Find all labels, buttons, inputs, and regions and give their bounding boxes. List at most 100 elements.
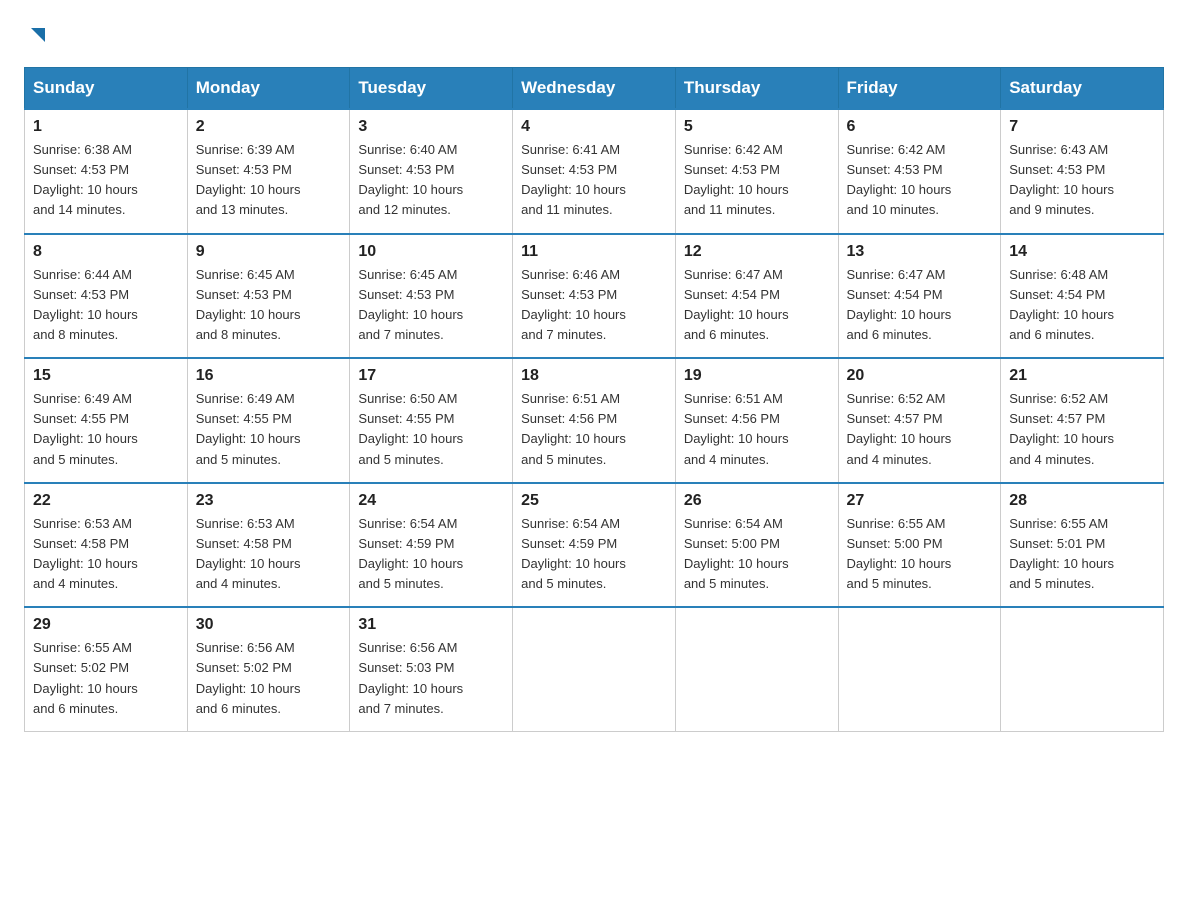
day-number: 9 xyxy=(196,243,342,261)
day-info: Sunrise: 6:56 AM Sunset: 5:03 PM Dayligh… xyxy=(358,638,504,719)
calendar-cell: 20 Sunrise: 6:52 AM Sunset: 4:57 PM Dayl… xyxy=(838,358,1001,483)
weekday-header-saturday: Saturday xyxy=(1001,68,1164,110)
day-info: Sunrise: 6:51 AM Sunset: 4:56 PM Dayligh… xyxy=(684,389,830,470)
calendar-cell: 30 Sunrise: 6:56 AM Sunset: 5:02 PM Dayl… xyxy=(187,607,350,731)
calendar-cell: 6 Sunrise: 6:42 AM Sunset: 4:53 PM Dayli… xyxy=(838,109,1001,234)
day-info: Sunrise: 6:45 AM Sunset: 4:53 PM Dayligh… xyxy=(196,265,342,346)
calendar-cell xyxy=(675,607,838,731)
weekday-header-thursday: Thursday xyxy=(675,68,838,110)
day-number: 22 xyxy=(33,492,179,510)
calendar-cell: 14 Sunrise: 6:48 AM Sunset: 4:54 PM Dayl… xyxy=(1001,234,1164,359)
day-number: 1 xyxy=(33,118,179,136)
calendar-cell: 26 Sunrise: 6:54 AM Sunset: 5:00 PM Dayl… xyxy=(675,483,838,608)
day-number: 11 xyxy=(521,243,667,261)
day-number: 28 xyxy=(1009,492,1155,510)
day-info: Sunrise: 6:55 AM Sunset: 5:00 PM Dayligh… xyxy=(847,514,993,595)
calendar-week-row: 15 Sunrise: 6:49 AM Sunset: 4:55 PM Dayl… xyxy=(25,358,1164,483)
calendar-cell: 15 Sunrise: 6:49 AM Sunset: 4:55 PM Dayl… xyxy=(25,358,188,483)
day-info: Sunrise: 6:47 AM Sunset: 4:54 PM Dayligh… xyxy=(847,265,993,346)
day-info: Sunrise: 6:38 AM Sunset: 4:53 PM Dayligh… xyxy=(33,140,179,221)
calendar-cell xyxy=(1001,607,1164,731)
day-info: Sunrise: 6:45 AM Sunset: 4:53 PM Dayligh… xyxy=(358,265,504,346)
day-info: Sunrise: 6:40 AM Sunset: 4:53 PM Dayligh… xyxy=(358,140,504,221)
day-info: Sunrise: 6:42 AM Sunset: 4:53 PM Dayligh… xyxy=(684,140,830,221)
day-number: 5 xyxy=(684,118,830,136)
calendar-cell: 7 Sunrise: 6:43 AM Sunset: 4:53 PM Dayli… xyxy=(1001,109,1164,234)
day-info: Sunrise: 6:41 AM Sunset: 4:53 PM Dayligh… xyxy=(521,140,667,221)
calendar-table: SundayMondayTuesdayWednesdayThursdayFrid… xyxy=(24,67,1164,732)
calendar-week-row: 1 Sunrise: 6:38 AM Sunset: 4:53 PM Dayli… xyxy=(25,109,1164,234)
calendar-cell: 21 Sunrise: 6:52 AM Sunset: 4:57 PM Dayl… xyxy=(1001,358,1164,483)
weekday-header-sunday: Sunday xyxy=(25,68,188,110)
day-info: Sunrise: 6:55 AM Sunset: 5:02 PM Dayligh… xyxy=(33,638,179,719)
day-info: Sunrise: 6:48 AM Sunset: 4:54 PM Dayligh… xyxy=(1009,265,1155,346)
day-number: 6 xyxy=(847,118,993,136)
calendar-cell: 10 Sunrise: 6:45 AM Sunset: 4:53 PM Dayl… xyxy=(350,234,513,359)
calendar-cell: 31 Sunrise: 6:56 AM Sunset: 5:03 PM Dayl… xyxy=(350,607,513,731)
day-info: Sunrise: 6:43 AM Sunset: 4:53 PM Dayligh… xyxy=(1009,140,1155,221)
day-info: Sunrise: 6:55 AM Sunset: 5:01 PM Dayligh… xyxy=(1009,514,1155,595)
day-info: Sunrise: 6:52 AM Sunset: 4:57 PM Dayligh… xyxy=(847,389,993,470)
day-number: 3 xyxy=(358,118,504,136)
day-number: 20 xyxy=(847,367,993,385)
calendar-cell: 23 Sunrise: 6:53 AM Sunset: 4:58 PM Dayl… xyxy=(187,483,350,608)
day-number: 27 xyxy=(847,492,993,510)
calendar-cell: 25 Sunrise: 6:54 AM Sunset: 4:59 PM Dayl… xyxy=(513,483,676,608)
calendar-week-row: 8 Sunrise: 6:44 AM Sunset: 4:53 PM Dayli… xyxy=(25,234,1164,359)
weekday-header-tuesday: Tuesday xyxy=(350,68,513,110)
day-info: Sunrise: 6:53 AM Sunset: 4:58 PM Dayligh… xyxy=(196,514,342,595)
day-info: Sunrise: 6:50 AM Sunset: 4:55 PM Dayligh… xyxy=(358,389,504,470)
day-info: Sunrise: 6:49 AM Sunset: 4:55 PM Dayligh… xyxy=(196,389,342,470)
logo-arrow-icon xyxy=(27,24,49,51)
day-number: 14 xyxy=(1009,243,1155,261)
day-number: 10 xyxy=(358,243,504,261)
calendar-cell: 29 Sunrise: 6:55 AM Sunset: 5:02 PM Dayl… xyxy=(25,607,188,731)
day-info: Sunrise: 6:47 AM Sunset: 4:54 PM Dayligh… xyxy=(684,265,830,346)
calendar-cell: 4 Sunrise: 6:41 AM Sunset: 4:53 PM Dayli… xyxy=(513,109,676,234)
calendar-cell: 18 Sunrise: 6:51 AM Sunset: 4:56 PM Dayl… xyxy=(513,358,676,483)
day-info: Sunrise: 6:52 AM Sunset: 4:57 PM Dayligh… xyxy=(1009,389,1155,470)
day-number: 15 xyxy=(33,367,179,385)
day-info: Sunrise: 6:53 AM Sunset: 4:58 PM Dayligh… xyxy=(33,514,179,595)
calendar-cell: 22 Sunrise: 6:53 AM Sunset: 4:58 PM Dayl… xyxy=(25,483,188,608)
calendar-cell: 11 Sunrise: 6:46 AM Sunset: 4:53 PM Dayl… xyxy=(513,234,676,359)
day-info: Sunrise: 6:51 AM Sunset: 4:56 PM Dayligh… xyxy=(521,389,667,470)
day-info: Sunrise: 6:54 AM Sunset: 5:00 PM Dayligh… xyxy=(684,514,830,595)
calendar-week-row: 29 Sunrise: 6:55 AM Sunset: 5:02 PM Dayl… xyxy=(25,607,1164,731)
day-number: 13 xyxy=(847,243,993,261)
calendar-cell: 5 Sunrise: 6:42 AM Sunset: 4:53 PM Dayli… xyxy=(675,109,838,234)
calendar-cell xyxy=(838,607,1001,731)
day-number: 26 xyxy=(684,492,830,510)
calendar-header-row: SundayMondayTuesdayWednesdayThursdayFrid… xyxy=(25,68,1164,110)
day-number: 29 xyxy=(33,616,179,634)
calendar-cell: 9 Sunrise: 6:45 AM Sunset: 4:53 PM Dayli… xyxy=(187,234,350,359)
weekday-header-monday: Monday xyxy=(187,68,350,110)
day-number: 16 xyxy=(196,367,342,385)
day-info: Sunrise: 6:42 AM Sunset: 4:53 PM Dayligh… xyxy=(847,140,993,221)
calendar-week-row: 22 Sunrise: 6:53 AM Sunset: 4:58 PM Dayl… xyxy=(25,483,1164,608)
calendar-cell: 27 Sunrise: 6:55 AM Sunset: 5:00 PM Dayl… xyxy=(838,483,1001,608)
calendar-cell: 2 Sunrise: 6:39 AM Sunset: 4:53 PM Dayli… xyxy=(187,109,350,234)
day-number: 17 xyxy=(358,367,504,385)
calendar-cell xyxy=(513,607,676,731)
day-number: 4 xyxy=(521,118,667,136)
day-number: 7 xyxy=(1009,118,1155,136)
calendar-cell: 8 Sunrise: 6:44 AM Sunset: 4:53 PM Dayli… xyxy=(25,234,188,359)
calendar-cell: 16 Sunrise: 6:49 AM Sunset: 4:55 PM Dayl… xyxy=(187,358,350,483)
day-number: 19 xyxy=(684,367,830,385)
day-number: 23 xyxy=(196,492,342,510)
calendar-cell: 1 Sunrise: 6:38 AM Sunset: 4:53 PM Dayli… xyxy=(25,109,188,234)
calendar-cell: 13 Sunrise: 6:47 AM Sunset: 4:54 PM Dayl… xyxy=(838,234,1001,359)
day-number: 31 xyxy=(358,616,504,634)
logo xyxy=(24,24,49,49)
day-number: 30 xyxy=(196,616,342,634)
calendar-cell: 12 Sunrise: 6:47 AM Sunset: 4:54 PM Dayl… xyxy=(675,234,838,359)
day-number: 24 xyxy=(358,492,504,510)
day-info: Sunrise: 6:39 AM Sunset: 4:53 PM Dayligh… xyxy=(196,140,342,221)
day-number: 8 xyxy=(33,243,179,261)
day-info: Sunrise: 6:54 AM Sunset: 4:59 PM Dayligh… xyxy=(358,514,504,595)
day-number: 12 xyxy=(684,243,830,261)
day-number: 25 xyxy=(521,492,667,510)
day-info: Sunrise: 6:46 AM Sunset: 4:53 PM Dayligh… xyxy=(521,265,667,346)
weekday-header-friday: Friday xyxy=(838,68,1001,110)
